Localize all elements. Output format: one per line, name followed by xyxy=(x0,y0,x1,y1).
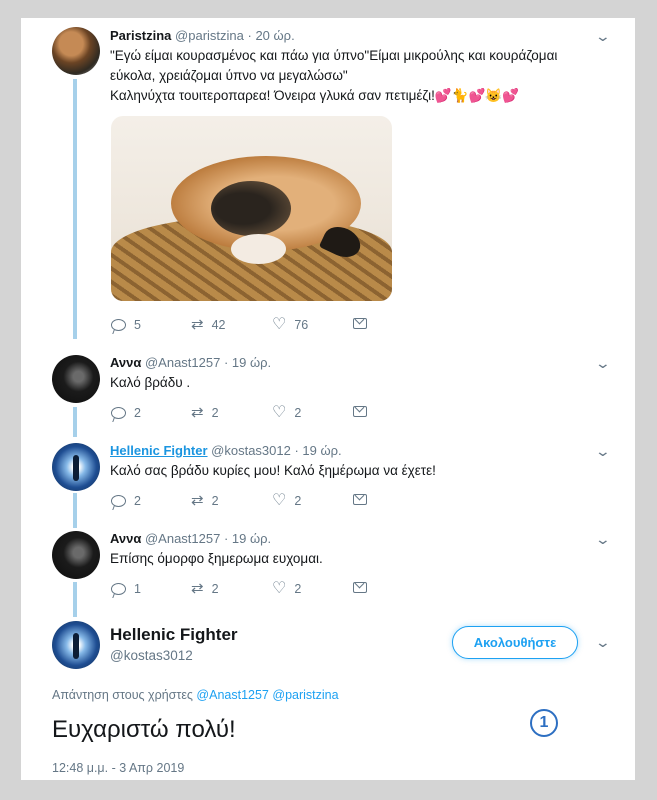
envelope-icon xyxy=(353,494,367,505)
retweet-icon: ⇄ xyxy=(191,492,204,509)
reply-button[interactable]: 5 xyxy=(111,318,141,332)
envelope-icon xyxy=(353,318,367,329)
dm-button[interactable] xyxy=(353,318,367,329)
retweet-button[interactable]: ⇄ 2 xyxy=(191,580,219,597)
mention-link[interactable]: @paristzina xyxy=(272,688,338,702)
dm-button[interactable] xyxy=(353,582,367,593)
thread-line xyxy=(73,407,77,437)
tweet-actions: 5 ⇄ 42 ♡ 76 xyxy=(111,316,371,338)
tweet-text: Καλό σας βράδυ κυρίες μου! Καλό ξημέρωμα… xyxy=(110,463,436,478)
tweet-actions: 1 ⇄ 2 ♡ 2 xyxy=(111,580,371,602)
reply-count: 1 xyxy=(134,582,141,596)
main-tweet-text: Ευχαριστώ πολύ! xyxy=(52,716,236,743)
retweet-button[interactable]: ⇄ 2 xyxy=(191,404,219,421)
chevron-down-icon[interactable]: ⌄ xyxy=(595,531,611,548)
avatar[interactable] xyxy=(52,621,100,669)
envelope-icon xyxy=(353,406,367,417)
like-count: 76 xyxy=(294,318,309,332)
tweet-header: Αννα @Anast1257 · 19 ώρ. xyxy=(110,355,271,370)
reply-icon xyxy=(111,319,126,331)
retweet-icon: ⇄ xyxy=(191,580,204,597)
tweet-text-line: "Εγώ είμαι κουρασμένος και πάω για ύπνο"… xyxy=(110,48,558,63)
heart-icon: ♡ xyxy=(272,580,287,597)
chevron-down-icon[interactable]: ⌄ xyxy=(595,634,611,651)
envelope-icon xyxy=(353,582,367,593)
puppy-paw-shape xyxy=(231,234,286,264)
tweet-text: Επίσης όμορφο ξημερωμα ευχομαι. xyxy=(110,551,323,566)
tweet-actions: 2 ⇄ 2 ♡ 2 xyxy=(111,404,371,426)
dm-button[interactable] xyxy=(353,494,367,505)
main-author-name[interactable]: Hellenic Fighter xyxy=(110,625,238,645)
avatar[interactable] xyxy=(52,443,100,491)
reply-button[interactable]: 1 xyxy=(111,582,141,596)
thread-line xyxy=(73,493,77,528)
tweet-header: Αννα @Anast1257 · 19 ώρ. xyxy=(110,531,271,546)
tweet-actions: 2 ⇄ 2 ♡ 2 xyxy=(111,492,371,514)
retweet-count: 2 xyxy=(211,406,219,420)
retweet-count: 2 xyxy=(211,494,219,508)
retweet-button[interactable]: ⇄ 2 xyxy=(191,492,219,509)
like-count: 2 xyxy=(294,582,302,596)
author-handle[interactable]: @Anast1257 xyxy=(145,355,220,370)
tweet-text-line: εύκολα, χρειάζομαι ύπνο να μεγαλώσω" xyxy=(110,68,348,83)
reply-count: 2 xyxy=(134,494,141,508)
thread-line xyxy=(73,582,77,617)
author-handle[interactable]: @Anast1257 xyxy=(145,531,220,546)
chevron-down-icon[interactable]: ⌄ xyxy=(595,443,611,460)
tweet-header: Paristzina @paristzina · 20 ώρ. xyxy=(110,28,295,43)
retweet-icon: ⇄ xyxy=(191,316,204,333)
reply-button[interactable]: 2 xyxy=(111,494,141,508)
dm-button[interactable] xyxy=(353,406,367,417)
like-count: 2 xyxy=(294,494,302,508)
avatar[interactable] xyxy=(52,355,100,403)
reply-count: 5 xyxy=(134,318,141,332)
main-tweet-timestamp[interactable]: 12:48 μ.μ. - 3 Απρ 2019 xyxy=(52,761,184,775)
tweet-header: Hellenic Fighter @kostas3012 · 19 ώρ. xyxy=(110,443,342,458)
like-button[interactable]: ♡ 2 xyxy=(272,404,302,421)
puppy-face-shape xyxy=(211,181,291,236)
mention-link[interactable]: @Anast1257 xyxy=(196,688,268,702)
author-name[interactable]: Paristzina xyxy=(110,28,171,43)
tweet-text: Καλό βράδυ . xyxy=(110,375,191,390)
reply-icon xyxy=(111,495,126,507)
tweet-time[interactable]: · 19 ώρ. xyxy=(294,443,341,458)
author-name[interactable]: Αννα xyxy=(110,531,141,546)
retweet-button[interactable]: ⇄ 42 xyxy=(191,316,226,333)
author-name[interactable]: Αννα xyxy=(110,355,141,370)
chevron-down-icon[interactable]: ⌄ xyxy=(595,28,611,45)
heart-icon: ♡ xyxy=(272,316,287,333)
author-handle[interactable]: @kostas3012 xyxy=(211,443,291,458)
tweet-time[interactable]: · 19 ώρ. xyxy=(224,355,271,370)
avatar[interactable] xyxy=(52,27,100,75)
annotation-badge: 1 xyxy=(530,709,558,737)
reply-prefix: Απάντηση στους χρήστες xyxy=(52,688,193,702)
tweet-text: "Εγώ είμαι κουρασμένος και πάω για ύπνο"… xyxy=(110,46,610,106)
like-button[interactable]: ♡ 2 xyxy=(272,580,302,597)
reply-icon xyxy=(111,407,126,419)
reply-context: Απάντηση στους χρήστες @Anast1257 @paris… xyxy=(52,688,339,702)
reply-icon xyxy=(111,583,126,595)
heart-icon: ♡ xyxy=(272,404,287,421)
retweet-count: 42 xyxy=(211,318,226,332)
like-button[interactable]: ♡ 2 xyxy=(272,492,302,509)
follow-button[interactable]: Ακολουθήστε xyxy=(452,626,578,659)
like-button[interactable]: ♡ 76 xyxy=(272,316,309,333)
retweet-count: 2 xyxy=(211,582,219,596)
tweet-photo[interactable] xyxy=(111,116,392,301)
retweet-icon: ⇄ xyxy=(191,404,204,421)
chevron-down-icon[interactable]: ⌄ xyxy=(595,355,611,372)
author-name[interactable]: Hellenic Fighter xyxy=(110,443,208,458)
like-count: 2 xyxy=(294,406,302,420)
tweet-time[interactable]: · 20 ώρ. xyxy=(248,28,295,43)
tweet-time[interactable]: · 19 ώρ. xyxy=(224,531,271,546)
thread-line xyxy=(73,79,77,339)
avatar[interactable] xyxy=(52,531,100,579)
author-handle[interactable]: @paristzina xyxy=(175,28,244,43)
heart-icon: ♡ xyxy=(272,492,287,509)
reply-button[interactable]: 2 xyxy=(111,406,141,420)
main-author-handle[interactable]: @kostas3012 xyxy=(110,648,193,663)
reply-count: 2 xyxy=(134,406,141,420)
tweet-text-line: Καληνύχτα τουιτεροπαρεα! Όνειρα γλυκά σα… xyxy=(110,88,519,103)
